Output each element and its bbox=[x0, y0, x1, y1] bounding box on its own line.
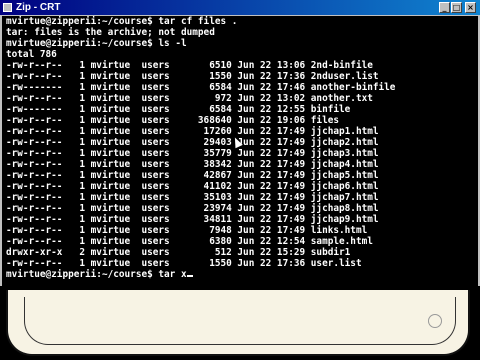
watermark-logo-icon bbox=[428, 314, 442, 328]
terminal-area[interactable]: mvirtue@zipperii:~/course$ tar cf files … bbox=[2, 16, 478, 286]
screen-reflection bbox=[24, 297, 456, 345]
text-cursor bbox=[186, 275, 193, 277]
prompt-text: mvirtue@zipperii:~/course$ tar x bbox=[6, 269, 187, 280]
close-button[interactable]: × bbox=[465, 2, 476, 13]
title-bar[interactable]: Zip - CRT _ □ × bbox=[0, 0, 480, 15]
minimize-button[interactable]: _ bbox=[439, 2, 450, 13]
command-prompt-line[interactable]: mvirtue@zipperii:~/course$ tar x bbox=[6, 269, 193, 281]
maximize-button[interactable]: □ bbox=[451, 2, 462, 13]
window-title: Zip - CRT bbox=[16, 2, 61, 13]
app-icon[interactable] bbox=[3, 3, 12, 12]
crt-window: Zip - CRT _ □ × mvirtue@zipperii:~/cours… bbox=[0, 0, 480, 286]
